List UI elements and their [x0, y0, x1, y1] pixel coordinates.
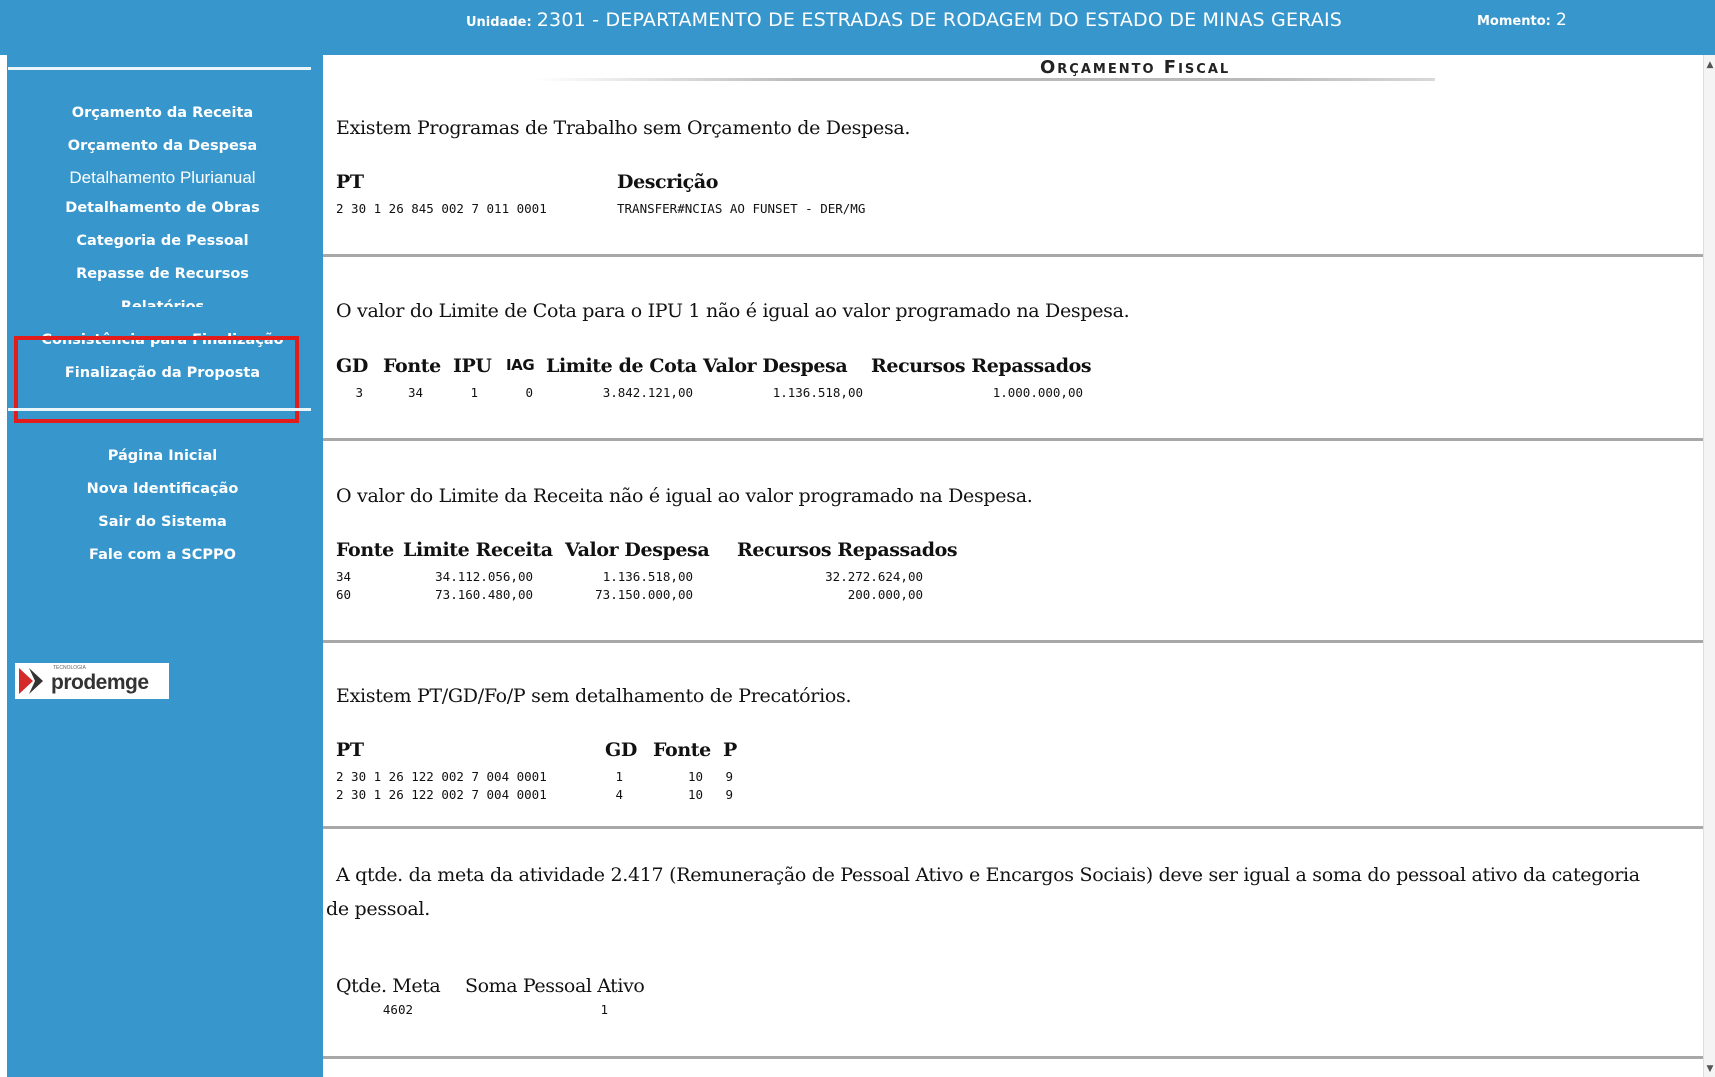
prodemge-logo[interactable]: TECNOLOGIA prodemge [15, 663, 169, 699]
table-cell: 1 [470, 385, 478, 400]
column-header: Valor Despesa [703, 355, 848, 377]
table-cell: 3 [355, 385, 363, 400]
top-header-bar: Unidade: 2301 - DEPARTAMENTO DE ESTRADAS… [0, 0, 1715, 55]
moment-value: 2 [1555, 10, 1567, 30]
column-header: Limite de Cota [546, 355, 697, 377]
table-cell: 200.000,00 [847, 587, 923, 602]
column-header: P [723, 739, 737, 761]
table-cell: 9 [725, 769, 733, 784]
column-header: Qtde. Meta [336, 975, 441, 997]
logo-text: prodemge [51, 671, 149, 694]
column-header: GD [605, 739, 637, 761]
column-header: IPU [453, 355, 492, 377]
scroll-up-icon[interactable]: ▲ [1705, 59, 1715, 71]
table-cell: 2 30 1 26 122 002 7 004 0001 [336, 769, 547, 784]
table-cell: 34.112.056,00 [435, 569, 533, 584]
table-cell: 32.272.624,00 [825, 569, 923, 584]
section-message: Existem PT/GD/Fo/P sem detalhamento de P… [336, 685, 852, 707]
table-cell: 4 [615, 787, 623, 802]
table-cell: 34 [407, 385, 423, 400]
sidebar-item-orcamento-despesa[interactable]: Orçamento da Despesa [7, 138, 318, 154]
title-underline [535, 78, 1435, 81]
sidebar-item-detalhamento-plurianual[interactable]: Detalhamento Plurianual [7, 168, 318, 188]
table-cell: 1.136.518,00 [602, 569, 693, 584]
sidebar-divider [8, 408, 311, 411]
column-header: Fonte [653, 739, 711, 761]
table-cell: 3.842.121,00 [602, 385, 693, 400]
column-header: IAG [506, 356, 535, 374]
sidebar-item-detalhamento-obras[interactable]: Detalhamento de Obras [7, 200, 318, 216]
table-cell: 60 [336, 587, 352, 602]
moment-label: Momento: [1477, 14, 1551, 29]
sidebar-item-relatorios[interactable]: Relatórios [7, 299, 318, 307]
unit-label: Unidade: [466, 15, 532, 30]
column-header: Limite Receita [403, 539, 553, 561]
section-divider [323, 640, 1703, 643]
unit-value: 2301 - DEPARTAMENTO DE ESTRADAS DE RODAG… [536, 9, 1343, 31]
unit-info: Unidade: 2301 - DEPARTAMENTO DE ESTRADAS… [466, 9, 1342, 31]
sidebar-divider [8, 67, 311, 70]
table-cell: 73.150.000,00 [595, 587, 693, 602]
sidebar: Orçamento da Receita Orçamento da Despes… [7, 55, 323, 1077]
sidebar-item-repasse-recursos[interactable]: Repasse de Recursos [7, 266, 318, 282]
section-message: O valor do Limite de Cota para o IPU 1 n… [336, 300, 1130, 322]
column-header: PT [336, 171, 364, 193]
page-title: Orçamento Fiscal [1040, 57, 1231, 78]
sidebar-item-pagina-inicial[interactable]: Página Inicial [7, 448, 318, 464]
column-header: Fonte [336, 539, 394, 561]
table-cell: 0 [525, 385, 533, 400]
column-header: Soma Pessoal Ativo [465, 975, 645, 997]
table-cell: 2 30 1 26 122 002 7 004 0001 [336, 787, 547, 802]
table-cell: 1 [615, 769, 623, 784]
section-message: O valor do Limite da Receita não é igual… [336, 485, 1033, 507]
column-header: Fonte [383, 355, 441, 377]
column-header: Recursos Repassados [737, 539, 958, 561]
table-cell: TRANSFER#NCIAS AO FUNSET - DER/MG [617, 201, 866, 216]
vertical-scrollbar[interactable]: ▲ ▼ [1703, 55, 1715, 1077]
sidebar-item-relatorios-wrap: Relatórios [7, 293, 318, 307]
section-message: Existem Programas de Trabalho sem Orçame… [336, 117, 911, 139]
column-header: Descrição [617, 171, 719, 193]
sidebar-item-nova-identificacao[interactable]: Nova Identificação [7, 481, 318, 497]
section-divider [323, 1056, 1703, 1059]
column-header: Valor Despesa [565, 539, 710, 561]
sidebar-item-orcamento-receita[interactable]: Orçamento da Receita [7, 105, 318, 121]
table-cell: 4602 [382, 1002, 413, 1017]
moment-info: Momento: 2 [1477, 10, 1567, 30]
sidebar-item-categoria-pessoal[interactable]: Categoria de Pessoal [7, 233, 318, 249]
column-header: PT [336, 739, 364, 761]
sidebar-item-fale-scppo[interactable]: Fale com a SCPPO [7, 547, 318, 563]
table-cell: 1.000.000,00 [992, 385, 1083, 400]
table-cell: 34 [336, 569, 352, 584]
table-cell: 1 [600, 1002, 608, 1017]
table-cell: 73.160.480,00 [435, 587, 533, 602]
scroll-down-icon[interactable]: ▼ [1705, 1063, 1715, 1075]
table-cell: 10 [687, 769, 703, 784]
main-content: Orçamento Fiscal Existem Programas de Tr… [323, 55, 1703, 1077]
section-divider [323, 826, 1703, 829]
section-divider [323, 254, 1703, 257]
table-cell: 2 30 1 26 845 002 7 011 0001 [336, 201, 547, 216]
section-divider [323, 438, 1703, 441]
logo-arrow-icon [19, 668, 43, 694]
column-header: Recursos Repassados [871, 355, 1092, 377]
table-cell: 10 [687, 787, 703, 802]
sidebar-item-sair-sistema[interactable]: Sair do Sistema [7, 514, 318, 530]
table-cell: 9 [725, 787, 733, 802]
section-message: A qtde. da meta da atividade 2.417 (Remu… [326, 864, 1640, 920]
column-header: GD [336, 355, 368, 377]
table-cell: 1.136.518,00 [772, 385, 863, 400]
